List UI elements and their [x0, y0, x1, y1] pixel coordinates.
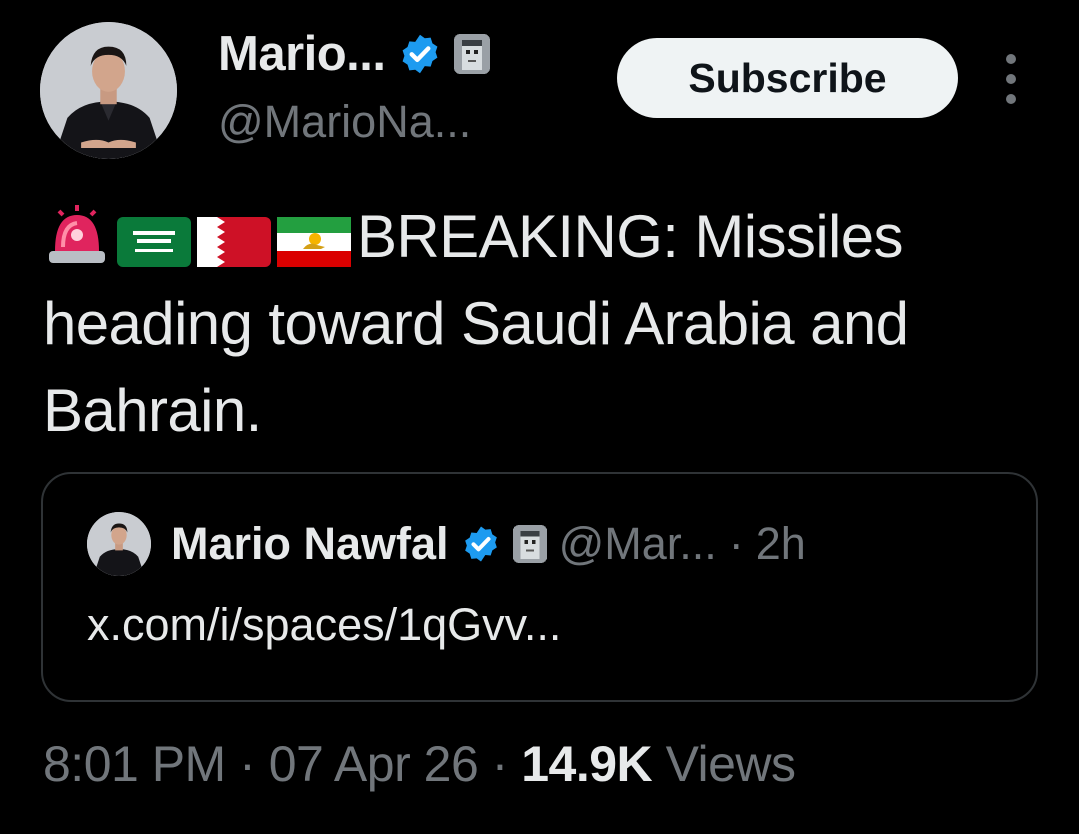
verified-badge-icon	[398, 32, 442, 76]
views-count[interactable]: 14.9K	[521, 736, 652, 792]
author-avatar[interactable]	[40, 22, 177, 159]
tweet-time[interactable]: 8:01 PM	[43, 736, 226, 792]
quoted-author-handle[interactable]: @Mar...	[559, 518, 717, 570]
tweet-text: BREAKING: Missiles heading toward Saudi …	[43, 193, 1043, 454]
profile-photo-icon	[40, 22, 177, 159]
quoted-tweet-header: Mario Nawfal @Mar... · 2h	[87, 512, 806, 576]
verified-badge-icon	[461, 524, 501, 564]
profile-photo-icon	[87, 512, 151, 576]
pixel-punk-badge-icon	[453, 34, 490, 74]
tweet-date[interactable]: 07 Apr 26	[269, 736, 479, 792]
author-row: Mario...	[218, 24, 490, 84]
separator-dot: ·	[239, 736, 256, 792]
quoted-tweet-link[interactable]: x.com/i/spaces/1qGvv...	[87, 599, 561, 651]
tweet-meta: 8:01 PM · 07 Apr 26 · 14.9K Views	[43, 735, 796, 793]
author-name[interactable]: Mario...	[218, 26, 386, 82]
more-dot	[1006, 54, 1016, 64]
quoted-tweet-time[interactable]: 2h	[756, 518, 806, 570]
quoted-author-name[interactable]: Mario Nawfal	[171, 518, 449, 570]
more-dot	[1006, 94, 1016, 104]
views-label: Views	[665, 736, 796, 792]
quoted-tweet-card[interactable]: Mario Nawfal @Mar... · 2h x.com/i/spaces…	[41, 472, 1038, 702]
pixel-punk-badge-icon	[512, 525, 547, 563]
separator-dot: ·	[491, 736, 509, 792]
bahrain-flag-icon	[197, 217, 271, 267]
rotating-light-emoji-icon	[43, 203, 111, 267]
subscribe-button[interactable]: Subscribe	[617, 38, 958, 118]
separator-dot: ·	[728, 518, 744, 569]
iran-lion-sun-flag-icon	[277, 217, 351, 267]
author-handle[interactable]: @MarioNa...	[218, 96, 471, 148]
more-dot	[1006, 74, 1016, 84]
saudi-arabia-flag-icon	[117, 217, 191, 267]
more-vertical-icon[interactable]	[998, 54, 1024, 104]
quoted-author-avatar[interactable]	[87, 512, 151, 576]
